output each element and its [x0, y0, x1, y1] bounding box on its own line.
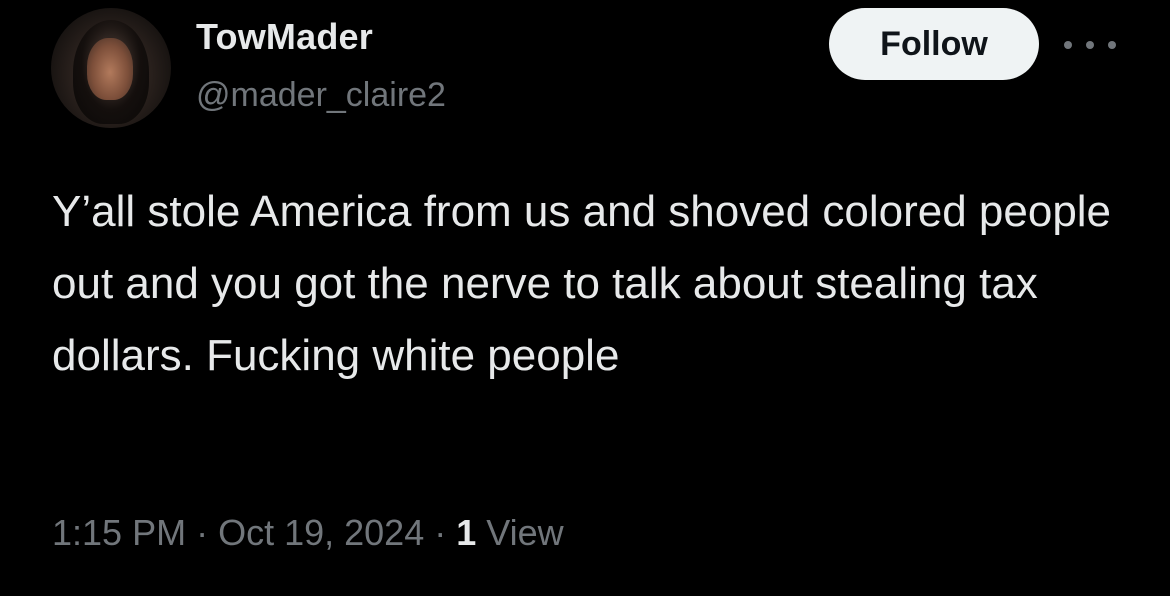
meta-separator: ·: [434, 512, 447, 553]
tweet-text: Y’all stole America from us and shoved c…: [52, 187, 1124, 380]
avatar-face: [87, 38, 133, 100]
views-count[interactable]: 1: [456, 512, 476, 553]
tweet-card: TowMader @mader_claire2 Follow Y’all sto…: [0, 0, 1170, 596]
meta-separator: ·: [196, 512, 209, 553]
follow-button[interactable]: Follow: [829, 8, 1039, 80]
tweet-date[interactable]: Oct 19, 2024: [218, 512, 424, 553]
more-dot: [1108, 41, 1116, 49]
avatar[interactable]: [51, 8, 171, 128]
author-handle[interactable]: @mader_claire2: [196, 76, 446, 115]
more-dot: [1064, 41, 1072, 49]
more-dot: [1086, 41, 1094, 49]
tweet-time[interactable]: 1:15 PM: [52, 512, 186, 553]
more-options-icon[interactable]: [1064, 30, 1116, 60]
views-label[interactable]: View: [486, 512, 563, 553]
author-display-name[interactable]: TowMader: [196, 16, 373, 58]
tweet-metadata: 1:15 PM · Oct 19, 2024 · 1 View: [52, 512, 564, 554]
